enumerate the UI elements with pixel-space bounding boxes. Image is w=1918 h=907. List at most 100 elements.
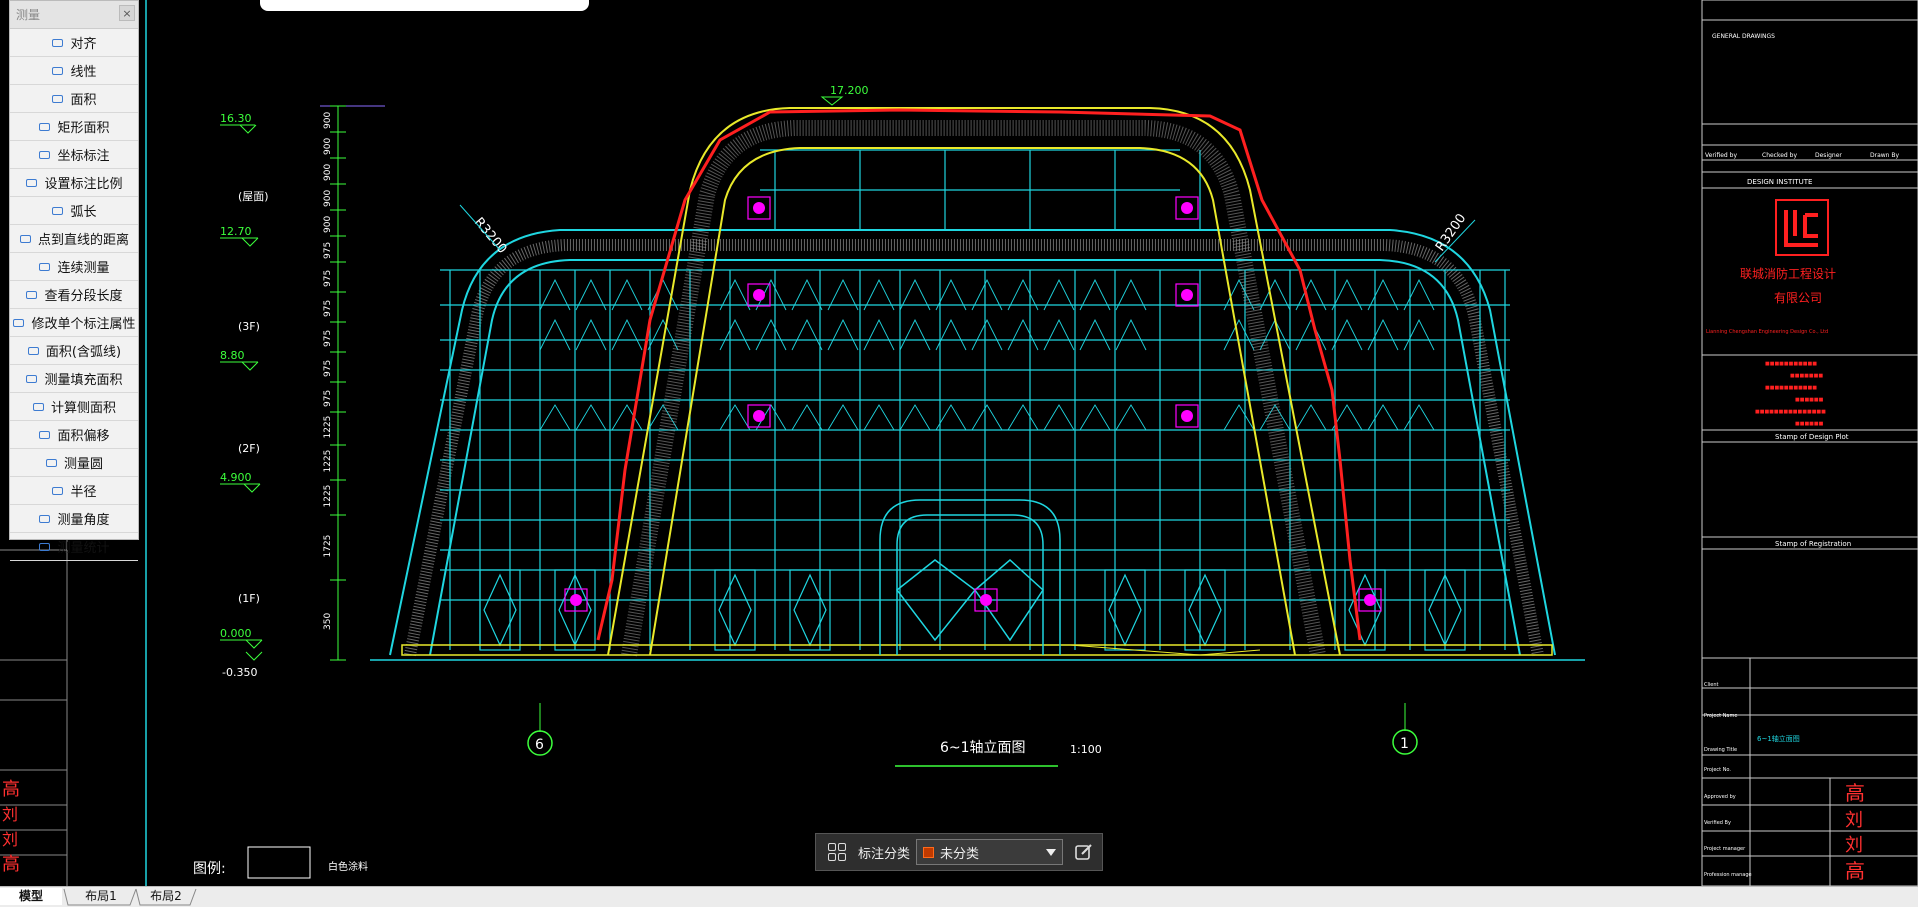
measure-item-15[interactable]: 测量圆 (10, 449, 138, 477)
tab-model[interactable]: 模型 (0, 888, 62, 905)
measure-item-label: 查看分段长度 (44, 289, 123, 304)
dimension-label: 1225 (323, 416, 333, 439)
light-dot (753, 202, 765, 214)
dimension-label: 975 (323, 300, 333, 317)
svg-text:高: 高 (2, 854, 20, 875)
measure-item-17[interactable]: 测量角度 (10, 505, 138, 533)
measure-item-18[interactable]: 测量统计 (10, 533, 138, 561)
linear-measure-icon (51, 65, 65, 77)
dimension-label: 975 (323, 390, 333, 407)
measure-item-13[interactable]: 计算侧面积 (10, 393, 138, 421)
level-0000: 0.000 (220, 627, 252, 640)
axis-left-label: 6 (535, 737, 544, 753)
rect-area-icon (38, 121, 52, 133)
measure-item-5[interactable]: 设置标注比例 (10, 169, 138, 197)
dimension-label: 900 (323, 138, 333, 155)
level-1630: 16.30 (220, 112, 252, 125)
dimension-label: 900 (323, 190, 333, 207)
axis-right-label: 1 (1400, 736, 1409, 752)
measure-item-label: 点到直线的距离 (37, 233, 129, 248)
tab-layout2[interactable]: 布局2 (135, 888, 197, 905)
project-no-label: Project No. (1704, 767, 1731, 773)
svg-text:■■■■■■■: ■■■■■■■ (1790, 373, 1823, 379)
dimension-chain (320, 105, 385, 660)
dimension-label: 975 (323, 242, 333, 259)
annotation-category-select[interactable]: 未分类 (916, 839, 1064, 865)
svg-text:刘: 刘 (2, 805, 18, 824)
stamp-design-label: Stamp of Design Plot (1775, 433, 1849, 441)
radius-icon (51, 485, 65, 497)
light-dot (570, 594, 582, 606)
checked-by-label: Checked by (1762, 152, 1797, 159)
measure-item-label: 矩形面积 (57, 121, 110, 136)
drawing-scale: 1:100 (1070, 743, 1102, 756)
measure-item-10[interactable]: 修改单个标注属性 (10, 309, 138, 337)
measure-panel-title: 测量 (16, 8, 41, 22)
svg-text:高: 高 (1845, 859, 1865, 883)
measure-item-label: 对齐 (70, 37, 97, 52)
title-block: GENERAL DRAWINGS Verified by Checked by … (1701, 0, 1918, 886)
measure-item-label: 线性 (70, 65, 97, 80)
edit-icon[interactable] (1071, 839, 1097, 865)
arc-area-icon (27, 345, 41, 357)
dimension-label: 900 (323, 112, 333, 129)
area-icon (51, 93, 65, 105)
measure-item-0[interactable]: 对齐 (10, 29, 138, 57)
drawn-by-label: Drawn By (1870, 152, 1899, 159)
svg-text:高: 高 (2, 779, 20, 800)
light-dot (980, 594, 992, 606)
measure-item-6[interactable]: 弧长 (10, 197, 138, 225)
level-2f: (2F) (238, 442, 260, 455)
arc-length-icon (51, 205, 65, 217)
measure-item-16[interactable]: 半径 (10, 477, 138, 505)
dimension-label: 975 (323, 330, 333, 347)
measure-item-label: 连续测量 (57, 261, 110, 276)
measure-item-label: 设置标注比例 (44, 177, 123, 192)
level-880: 8.80 (220, 349, 245, 362)
level-roof: (屋面) (238, 190, 269, 203)
measure-item-label: 计算侧面积 (50, 401, 116, 416)
dimension-label: 1725 (323, 535, 333, 558)
verified-by-label: Verified by (1705, 152, 1737, 159)
svg-text:■■■■■■■■■■■: ■■■■■■■■■■■ (1765, 385, 1817, 391)
measure-item-label: 半径 (70, 485, 97, 500)
dimension-label: 350 (323, 613, 333, 630)
grid-icon[interactable] (826, 841, 848, 863)
company-cn-2: 有限公司 (1774, 291, 1822, 305)
company-en: Lianning Chengshan Engineering Design Co… (1706, 329, 1828, 335)
svg-text:■■■■■■: ■■■■■■ (1795, 397, 1824, 403)
close-icon[interactable]: × (119, 5, 135, 21)
measure-panel: 测量 × 对齐线性面积矩形面积坐标标注设置标注比例弧长点到直线的距离 连续测量查看… (9, 0, 139, 561)
scale-icon (25, 177, 39, 189)
top-level-label: 17.200 (830, 84, 869, 97)
dimension-label: 975 (323, 270, 333, 287)
measure-item-label: 测量统计 (57, 541, 110, 556)
tab-layout1[interactable]: 布局1 (70, 888, 132, 905)
measure-item-8[interactable]: 连续测量 (10, 253, 138, 281)
light-dot (1181, 289, 1193, 301)
general-drawings-label: GENERAL DRAWINGS (1712, 33, 1775, 40)
measure-item-11[interactable]: 面积(含弧线) (10, 337, 138, 365)
measure-item-7[interactable]: 点到直线的距离 (10, 225, 138, 253)
measure-item-1[interactable]: 线性 (10, 57, 138, 85)
cad-canvas[interactable]: 高 刘 刘 高 16.30 (屋面) 12.70 (3F) 8.80 (2F) … (0, 0, 1918, 886)
measure-panel-header[interactable]: 测量 × (10, 1, 138, 29)
angle-icon (38, 513, 52, 525)
measure-item-4[interactable]: 坐标标注 (10, 141, 138, 169)
measure-item-label: 测量角度 (57, 513, 110, 528)
measure-item-9[interactable]: 查看分段长度 (10, 281, 138, 309)
svg-text:刘: 刘 (1845, 810, 1863, 831)
segment-length-icon (25, 289, 39, 301)
measure-item-2[interactable]: 面积 (10, 85, 138, 113)
statistics-icon (38, 541, 52, 553)
light-dot (753, 410, 765, 422)
radius-right-label: R3200 (1433, 211, 1469, 254)
search-box[interactable] (260, 0, 589, 11)
svg-text:高: 高 (1845, 781, 1865, 805)
profession-label: Profession manage (1704, 872, 1752, 878)
measure-item-14[interactable]: 面积偏移 (10, 421, 138, 449)
dimension-ticks: 900 900 900 900 900 975 975 975 975 975 975 1225 122… (323, 105, 346, 661)
measure-item-3[interactable]: 矩形面积 (10, 113, 138, 141)
design-institute-label: DESIGN INSTITUTE (1747, 178, 1812, 186)
measure-item-12[interactable]: 测量填充面积 (10, 365, 138, 393)
